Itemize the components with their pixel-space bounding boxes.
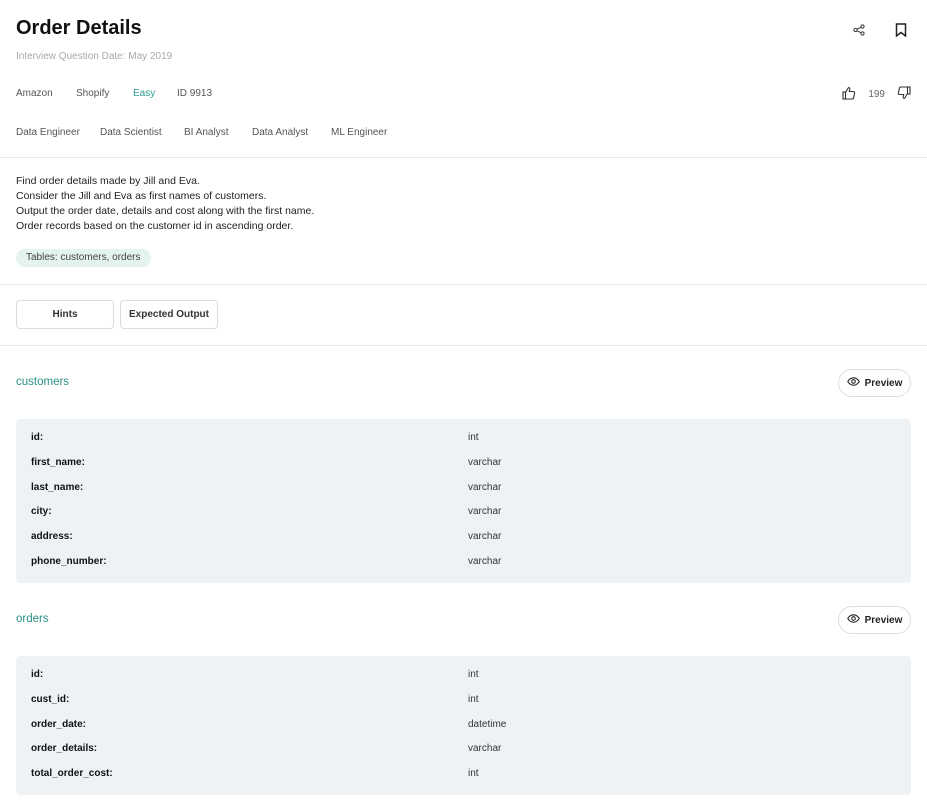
description-line: Consider the Jill and Eva as first names… xyxy=(16,190,267,202)
page-title: Order Details xyxy=(16,17,142,39)
description-line: Output the order date, details and cost … xyxy=(16,205,315,217)
question-id: ID 9913 xyxy=(177,88,213,99)
column-type: varchar xyxy=(468,506,502,518)
bookmark-icon[interactable] xyxy=(891,20,911,40)
question-date: Interview Question Date: May 2019 xyxy=(16,51,173,62)
column-name: first_name: xyxy=(31,456,85,468)
column-name: last_name: xyxy=(31,481,84,493)
column-type: varchar xyxy=(468,481,502,493)
column-type: datetime xyxy=(468,718,507,730)
role-tag[interactable]: Data Engineer xyxy=(16,127,80,138)
role-tag[interactable]: Data Scientist xyxy=(100,127,162,138)
eye-icon xyxy=(846,614,860,626)
header: Order Details Interview Question Date: M… xyxy=(16,16,911,76)
schema-row: total_order_cost: int xyxy=(16,768,911,793)
meta-row: Amazon Shopify Easy ID 9913 199 xyxy=(16,86,911,103)
column-type: varchar xyxy=(468,456,502,468)
schema-row: city: varchar xyxy=(16,506,911,531)
schema-row: order_details: varchar xyxy=(16,743,911,768)
column-name: cust_id: xyxy=(31,693,70,705)
schema-row: address: varchar xyxy=(16,531,911,556)
role-tag[interactable]: BI Analyst xyxy=(184,127,228,138)
divider xyxy=(0,284,927,285)
description-line: Find order details made by Jill and Eva. xyxy=(16,175,200,187)
company-tag[interactable]: Shopify xyxy=(76,88,109,99)
column-name: id: xyxy=(31,432,44,443)
schema-row: id: int xyxy=(16,669,911,694)
preview-label: Preview xyxy=(864,377,903,389)
schema-row: first_name: varchar xyxy=(16,457,911,482)
header-actions xyxy=(849,20,911,40)
column-type: int xyxy=(468,669,479,680)
schema-row: id: int xyxy=(16,432,911,457)
schema-row: cust_id: int xyxy=(16,694,911,719)
schema-row: order_date: datetime xyxy=(16,719,911,744)
column-name: id: xyxy=(31,669,44,680)
column-type: int xyxy=(468,432,479,443)
hints-button[interactable]: Hints xyxy=(16,300,114,329)
column-type: varchar xyxy=(468,531,502,543)
tables-pill: Tables: customers, orders xyxy=(16,249,151,267)
description-line: Order records based on the customer id i… xyxy=(16,220,294,232)
schema-row: last_name: varchar xyxy=(16,482,911,507)
upvote-count: 199 xyxy=(868,89,885,100)
role-tag[interactable]: ML Engineer xyxy=(331,127,387,138)
schema-row: phone_number: varchar xyxy=(16,556,911,581)
column-type: int xyxy=(468,693,479,705)
column-type: varchar xyxy=(468,555,502,567)
preview-button[interactable]: Preview xyxy=(838,369,911,397)
preview-button[interactable]: Preview xyxy=(838,606,911,634)
column-name: address: xyxy=(31,531,73,543)
column-name: total_order_cost: xyxy=(31,768,113,780)
question-description: Find order details made by Jill and Eva.… xyxy=(16,174,314,234)
vote-controls: 199 xyxy=(842,86,911,103)
column-name: order_details: xyxy=(31,743,98,755)
column-type: varchar xyxy=(468,743,502,755)
role-tag[interactable]: Data Analyst xyxy=(252,127,308,138)
column-name: order_date: xyxy=(31,718,87,730)
column-name: city: xyxy=(31,506,52,518)
divider xyxy=(0,157,927,158)
table-name-orders: orders xyxy=(16,613,49,625)
column-type: int xyxy=(468,768,479,780)
company-tag[interactable]: Amazon xyxy=(16,88,53,99)
column-name: phone_number: xyxy=(31,555,107,567)
share-icon[interactable] xyxy=(849,20,869,40)
divider xyxy=(0,345,927,346)
preview-label: Preview xyxy=(864,614,903,626)
difficulty-badge: Easy xyxy=(133,88,156,99)
expected-output-button[interactable]: Expected Output xyxy=(120,300,218,329)
thumbs-up-icon[interactable] xyxy=(842,86,856,103)
thumbs-down-icon[interactable] xyxy=(897,86,911,103)
eye-icon xyxy=(846,377,860,389)
schema-table-customers: id: int first_name: varchar last_name: v… xyxy=(16,419,911,583)
table-name-customers: customers xyxy=(16,376,70,388)
schema-table-orders: id: int cust_id: int order_date: datetim… xyxy=(16,656,911,795)
